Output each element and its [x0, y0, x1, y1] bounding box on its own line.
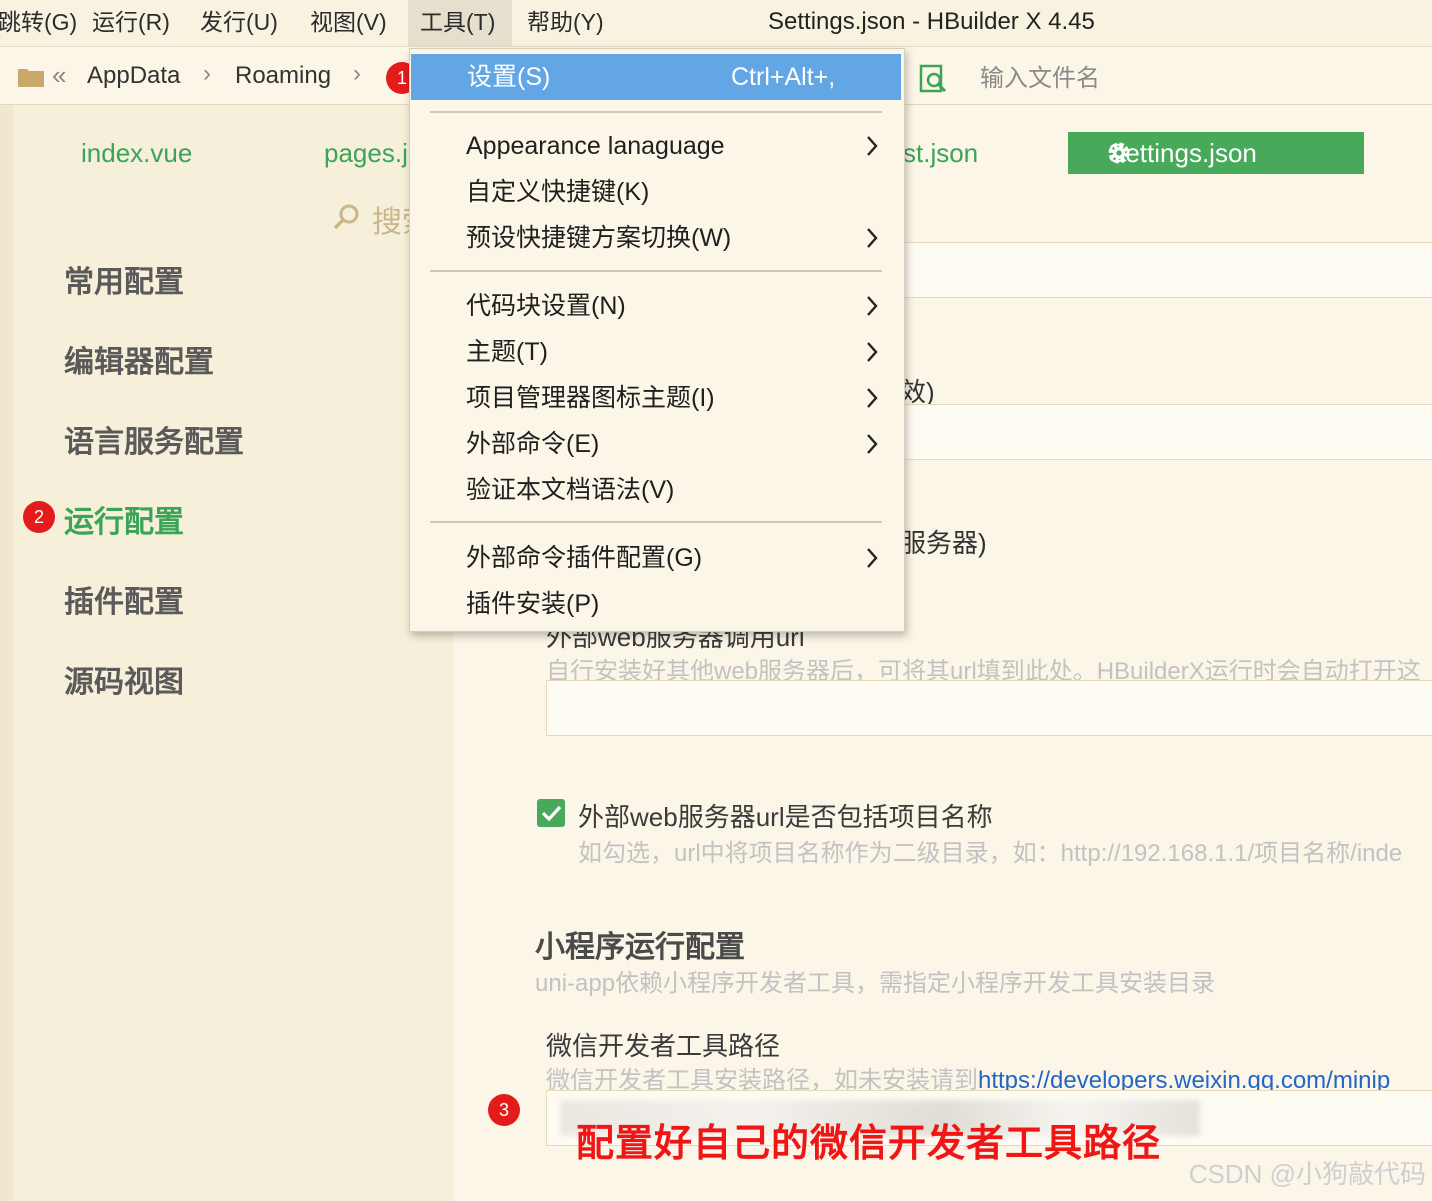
sidebar-item-general[interactable]: 常用配置	[64, 257, 184, 301]
menu-item-custom-shortcuts[interactable]: 自定义快捷键(K)	[410, 169, 904, 215]
wechat-path-label: 微信开发者工具路径	[546, 1031, 781, 1061]
step-badge-3: 3	[488, 1094, 520, 1126]
menu-item-validate-syntax[interactable]: 验证本文档语法(V)	[410, 467, 904, 513]
setting-label-fragment: 服务器)	[900, 528, 987, 558]
menu-item-snippets[interactable]: 代码块设置(N)	[410, 283, 904, 329]
sidebar-item-source-view[interactable]: 源码视图	[64, 657, 184, 701]
chevron-right-icon	[867, 342, 878, 362]
menu-help[interactable]: 帮助(Y)	[515, 0, 616, 46]
web-url-input[interactable]	[546, 680, 1432, 736]
watermark: CSDN @小狗敲代码	[1188, 1159, 1426, 1189]
chevron-right-icon	[867, 388, 878, 408]
folder-icon	[18, 69, 44, 87]
chevron-right-icon: ›	[353, 60, 361, 87]
menu-item-label: Appearance lanaguage	[466, 132, 725, 160]
menu-separator	[430, 270, 882, 272]
file-search-icon[interactable]	[918, 64, 950, 94]
menubar: 跳转(G) 运行(R) 发行(U) 视图(V) 工具(T) 帮助(Y) Sett…	[0, 0, 1432, 47]
chevron-right-icon	[867, 434, 878, 454]
menu-item-install-plugin[interactable]: 插件安装(P)	[410, 581, 904, 627]
menu-item-label: 验证本文档语法(V)	[466, 476, 675, 504]
breadcrumb-roaming[interactable]: Roaming	[235, 62, 331, 90]
mp-section-hint: uni-app依赖小程序开发者工具，需指定小程序开发工具安装目录	[535, 970, 1216, 997]
tab-manifest-json[interactable]: st.json	[903, 132, 978, 174]
include-project-checkbox[interactable]	[537, 799, 565, 827]
crumb-overflow-icon[interactable]: «	[52, 60, 66, 91]
menu-item-external-commands[interactable]: 外部命令(E)	[410, 421, 904, 467]
chevron-right-icon	[867, 228, 878, 248]
annotation-text: 配置好自己的微信开发者工具路径	[576, 1123, 1162, 1165]
sidebar-item-plugins[interactable]: 插件配置	[64, 577, 184, 621]
chevron-right-icon: ›	[203, 60, 211, 87]
menu-item-label: 插件安装(P)	[466, 590, 600, 618]
include-project-hint: 如勾选，url中将项目名称作为二级目录，如：http://192.168.1.1…	[578, 840, 1403, 867]
menu-item-label: 自定义快捷键(K)	[466, 178, 650, 206]
chevron-right-icon	[867, 296, 878, 316]
menu-separator	[430, 111, 882, 113]
setting-input-field[interactable]	[880, 242, 1432, 298]
menu-item-appearance-language[interactable]: Appearance lanaguage	[410, 123, 904, 169]
sidebar-item-language-service[interactable]: 语言服务配置	[64, 417, 244, 461]
tab-pages-json[interactable]: pages.j	[324, 132, 408, 174]
menu-item-theme[interactable]: 主题(T)	[410, 329, 904, 375]
breadcrumb-appdata[interactable]: AppData	[87, 62, 180, 90]
tab-index-vue[interactable]: index.vue	[81, 132, 192, 174]
menu-item-label: 设置(S)	[467, 63, 551, 91]
menu-item-shortcut: Ctrl+Alt+,	[731, 63, 836, 91]
include-project-label: 外部web服务器url是否包括项目名称	[578, 802, 993, 832]
menu-run[interactable]: 运行(R)	[80, 0, 182, 46]
search-icon	[333, 204, 359, 230]
menu-item-shortcut-scheme[interactable]: 预设快捷键方案切换(W)	[410, 215, 904, 261]
sidebar-item-editor[interactable]: 编辑器配置	[64, 337, 214, 381]
menu-item-external-command-plugins[interactable]: 外部命令插件配置(G)	[410, 535, 904, 581]
menu-item-label: 项目管理器图标主题(I)	[466, 384, 715, 412]
tools-dropdown-menu: 设置(S) Ctrl+Alt+, Appearance lanaguage 自定…	[409, 48, 905, 632]
menu-item-settings[interactable]: 设置(S) Ctrl+Alt+,	[411, 54, 901, 100]
menu-item-label: 外部命令(E)	[466, 430, 600, 458]
menu-goto[interactable]: 跳转(G)	[0, 0, 89, 46]
chevron-right-icon	[867, 136, 878, 156]
menu-tools[interactable]: 工具(T)	[408, 0, 512, 46]
setting-input-field[interactable]	[880, 404, 1432, 460]
check-icon	[541, 805, 562, 822]
step-badge-2: 2	[23, 501, 55, 533]
left-edge-bar	[0, 105, 13, 1201]
mp-section-title: 小程序运行配置	[535, 931, 745, 964]
menu-item-label: 主题(T)	[466, 338, 548, 366]
menu-view[interactable]: 视图(V)	[298, 0, 399, 46]
menu-item-label: 代码块设置(N)	[466, 292, 626, 320]
chevron-right-icon	[867, 548, 878, 568]
menu-item-label: 预设快捷键方案切换(W)	[466, 224, 732, 252]
file-search-input[interactable]	[978, 60, 1402, 98]
menu-item-icon-theme[interactable]: 项目管理器图标主题(I)	[410, 375, 904, 421]
sidebar-item-run[interactable]: 运行配置	[64, 497, 184, 541]
window-title: Settings.json - HBuilder X 4.45	[768, 8, 1095, 35]
menu-separator	[430, 521, 882, 523]
menu-item-label: 外部命令插件配置(G)	[466, 544, 703, 572]
gear-icon	[1108, 142, 1130, 164]
menu-publish[interactable]: 发行(U)	[188, 0, 290, 46]
tab-settings-json[interactable]: Settings.json	[1068, 132, 1364, 174]
